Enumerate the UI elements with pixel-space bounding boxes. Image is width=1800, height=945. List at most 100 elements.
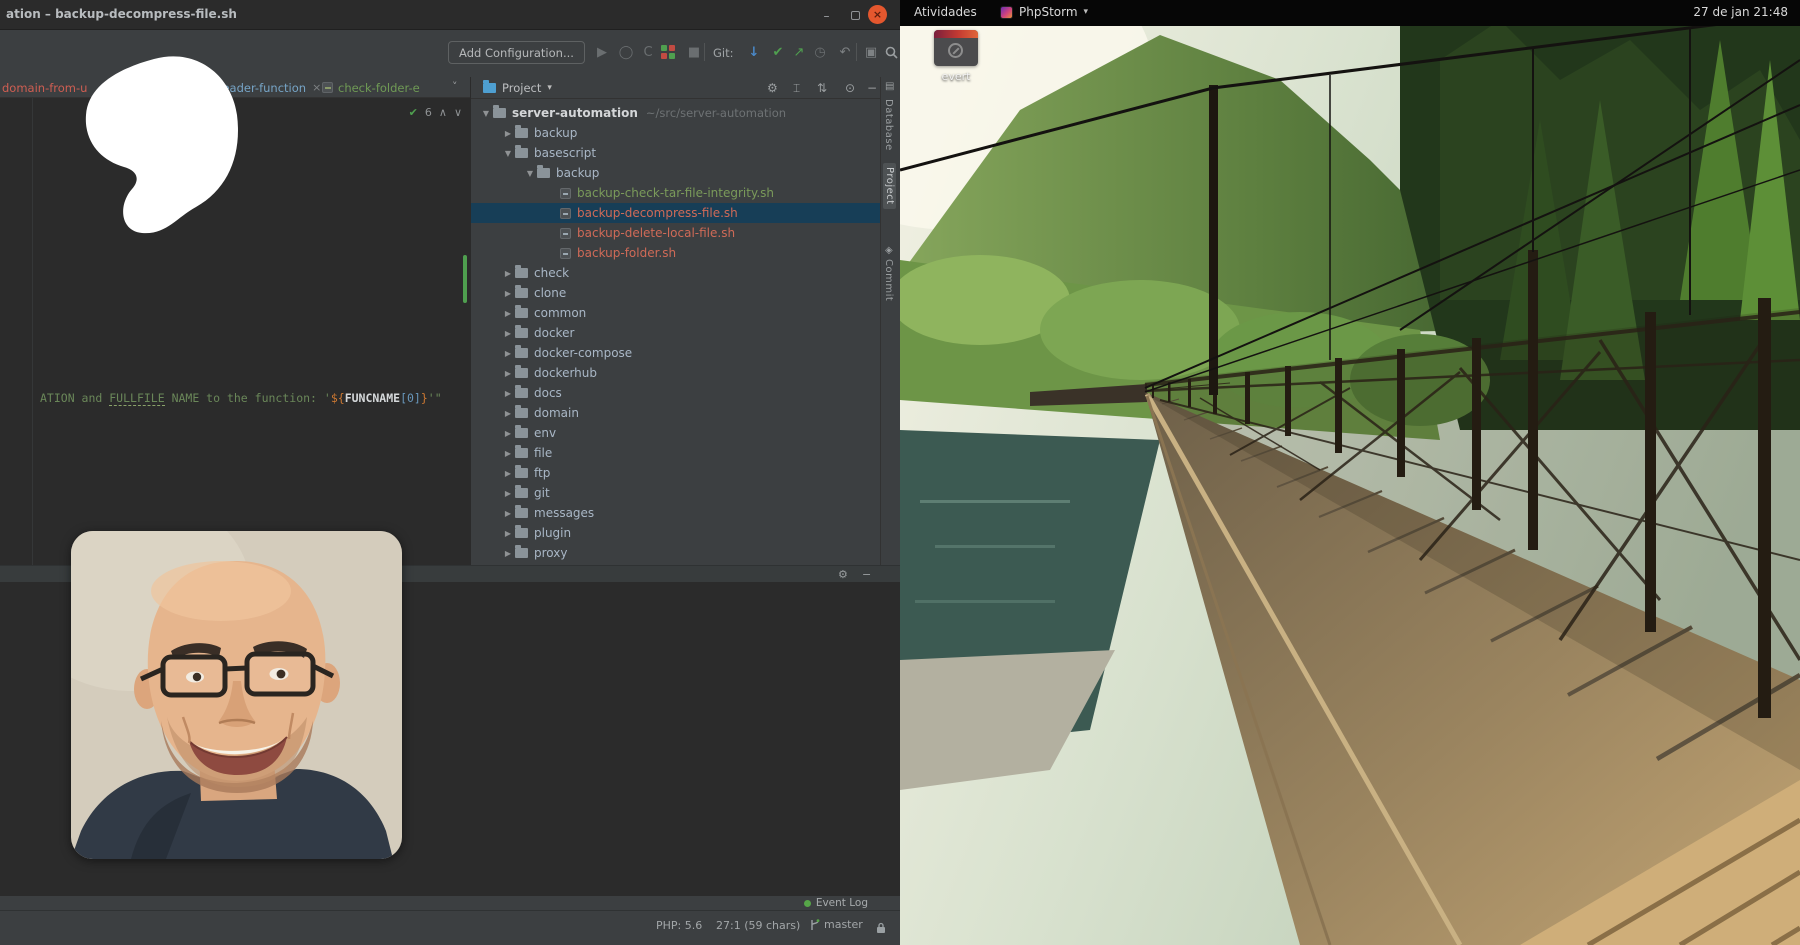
tree-chevron-icon[interactable]: ▶ [501, 409, 515, 418]
desktop-icon-evert[interactable]: evert [928, 30, 984, 83]
inspections-count: 6 [425, 106, 432, 119]
coverage-icon[interactable]: C [638, 42, 658, 62]
tree-row-backup-delete-local-file.sh[interactable]: backup-delete-local-file.sh [471, 223, 880, 243]
ide-titlebar[interactable]: ation – backup-decompress-file.sh – × [0, 0, 900, 30]
tab-check-folder[interactable]: check-folder-e [322, 77, 420, 98]
tree-row-env[interactable]: ▶env [471, 423, 880, 443]
tree-row-docker[interactable]: ▶docker [471, 323, 880, 343]
tree-chevron-icon[interactable]: ▶ [501, 329, 515, 338]
git-update-icon[interactable]: ↓ [744, 42, 764, 62]
expand-icon[interactable]: ⌶ [793, 81, 800, 96]
next-problem-icon[interactable]: ∨ [454, 106, 462, 119]
window-icon[interactable]: ▣ [861, 42, 881, 62]
tree-chevron-icon[interactable]: ▶ [501, 469, 515, 478]
tree-chevron-icon[interactable]: ▶ [501, 489, 515, 498]
stop-icon[interactable]: ■ [684, 42, 704, 62]
event-log-link[interactable]: Event Log [816, 897, 868, 909]
white-blob-sticker [82, 55, 240, 245]
search-everywhere-icon[interactable] [881, 42, 901, 62]
tree-chevron-icon[interactable]: ▶ [501, 129, 515, 138]
tree-chevron-icon[interactable]: ▼ [501, 149, 515, 158]
tree-row-common[interactable]: ▶common [471, 303, 880, 323]
tree-chevron-icon[interactable]: ▶ [501, 309, 515, 318]
code-line[interactable]: ATION and FULLFILE NAME to the function:… [40, 391, 442, 405]
tree-row-basescript[interactable]: ▼basescript [471, 143, 880, 163]
tree-chevron-icon[interactable]: ▼ [479, 109, 493, 118]
tree-chevron-icon[interactable]: ▶ [501, 369, 515, 378]
tab-overflow-chevron-icon[interactable]: ˅ [452, 80, 458, 93]
history-icon[interactable]: ◷ [810, 42, 830, 62]
tree-row-backup[interactable]: ▼backup [471, 163, 880, 183]
tree-row-backup[interactable]: ▶backup [471, 123, 880, 143]
tree-row-backup-folder.sh[interactable]: backup-folder.sh [471, 243, 880, 263]
tree-row-check[interactable]: ▶check [471, 263, 880, 283]
hide-panel-icon[interactable]: − [867, 81, 877, 95]
bottom-hide-icon[interactable]: − [862, 568, 871, 581]
minimize-button[interactable]: – [818, 7, 835, 24]
rollback-icon[interactable]: ↶ [835, 42, 855, 62]
tree-row-server-automation[interactable]: ▼server-automation~/src/server-automatio… [471, 103, 880, 123]
stripe-project[interactable]: Project [883, 163, 896, 209]
clock[interactable]: 27 de jan 21:48 [1693, 5, 1788, 19]
tree-row-plugin[interactable]: ▶plugin [471, 523, 880, 543]
maximize-button[interactable] [847, 7, 864, 24]
tree-row-ftp[interactable]: ▶ftp [471, 463, 880, 483]
caret-position[interactable]: 27:1 (59 chars) [716, 919, 800, 932]
tab-close-icon[interactable]: × [312, 81, 321, 94]
debug-icon[interactable]: ◯ [616, 42, 636, 62]
stripe-menu-icon[interactable]: ▤ [885, 81, 894, 92]
tree-chevron-icon[interactable]: ▶ [501, 429, 515, 438]
stripe-database[interactable]: Database [883, 99, 894, 151]
tab-domain-from-url[interactable]: domain-from-u [2, 77, 87, 98]
add-configuration-button[interactable]: Add Configuration... [448, 41, 585, 64]
tree-row-docs[interactable]: ▶docs [471, 383, 880, 403]
tree-chevron-icon[interactable]: ▶ [501, 349, 515, 358]
code-token: ATION and [40, 391, 109, 405]
tree-chevron-icon[interactable]: ▶ [501, 449, 515, 458]
tree-row-file[interactable]: ▶file [471, 443, 880, 463]
tree-chevron-icon[interactable]: ▶ [501, 269, 515, 278]
project-header[interactable]: Project ▾ ⚙ ⌶ ⇅ ⊙ − [471, 77, 880, 99]
tree-row-domain[interactable]: ▶domain [471, 403, 880, 423]
tree-row-git[interactable]: ▶git [471, 483, 880, 503]
tree-chevron-icon[interactable]: ▶ [501, 549, 515, 558]
php-version[interactable]: PHP: 5.6 [656, 919, 702, 932]
run-icon[interactable]: ▶ [592, 42, 612, 62]
tree-row-backup-check-tar-file-integrity.sh[interactable]: backup-check-tar-file-integrity.sh [471, 183, 880, 203]
code-token: ' [324, 391, 331, 405]
tree-chevron-icon[interactable]: ▶ [501, 389, 515, 398]
bottom-settings-icon[interactable]: ⚙ [838, 568, 848, 581]
tree-row-dockerhub[interactable]: ▶dockerhub [471, 363, 880, 383]
inspections-widget[interactable]: ✔ 6 ∧ ∨ [409, 106, 462, 119]
tree-chevron-icon[interactable]: ▶ [501, 509, 515, 518]
code-token: '" [428, 391, 442, 405]
locate-icon[interactable]: ⊙ [845, 81, 855, 95]
tree-row-clone[interactable]: ▶clone [471, 283, 880, 303]
tree-row-docker-compose[interactable]: ▶docker-compose [471, 343, 880, 363]
folder-icon [515, 368, 528, 378]
error-stripe-mark[interactable] [463, 255, 467, 303]
git-push-icon[interactable]: ↗ [789, 42, 809, 62]
tree-chevron-icon[interactable]: ▼ [523, 169, 537, 178]
sort-icon[interactable]: ⇅ [817, 81, 827, 95]
prev-problem-icon[interactable]: ∧ [439, 106, 447, 119]
commit-stripe-icon[interactable]: ◈ [885, 245, 893, 256]
tree-chevron-icon[interactable]: ▶ [501, 529, 515, 538]
activities-button[interactable]: Atividades [914, 5, 977, 19]
branch-name: master [824, 918, 863, 931]
tree-chevron-icon[interactable]: ▶ [501, 289, 515, 298]
settings-icon[interactable]: ⚙ [767, 81, 778, 95]
tree-row-messages[interactable]: ▶messages [471, 503, 880, 523]
git-branch-widget[interactable]: master [810, 918, 863, 931]
project-caret-icon[interactable]: ▾ [547, 83, 552, 93]
tree-row-backup-decompress-file.sh[interactable]: backup-decompress-file.sh [471, 203, 880, 223]
git-commit-icon[interactable]: ✔ [768, 42, 788, 62]
code-token: [0] [400, 391, 421, 405]
profiler-green-square2 [669, 53, 675, 59]
tree-row-proxy[interactable]: ▶proxy [471, 543, 880, 563]
profiler-icon[interactable] [661, 45, 675, 59]
lock-icon[interactable] [876, 919, 886, 938]
app-menu[interactable]: PhpStorm ▾ [1000, 5, 1088, 19]
stripe-commit[interactable]: Commit [883, 259, 894, 301]
close-button[interactable]: × [868, 5, 887, 24]
